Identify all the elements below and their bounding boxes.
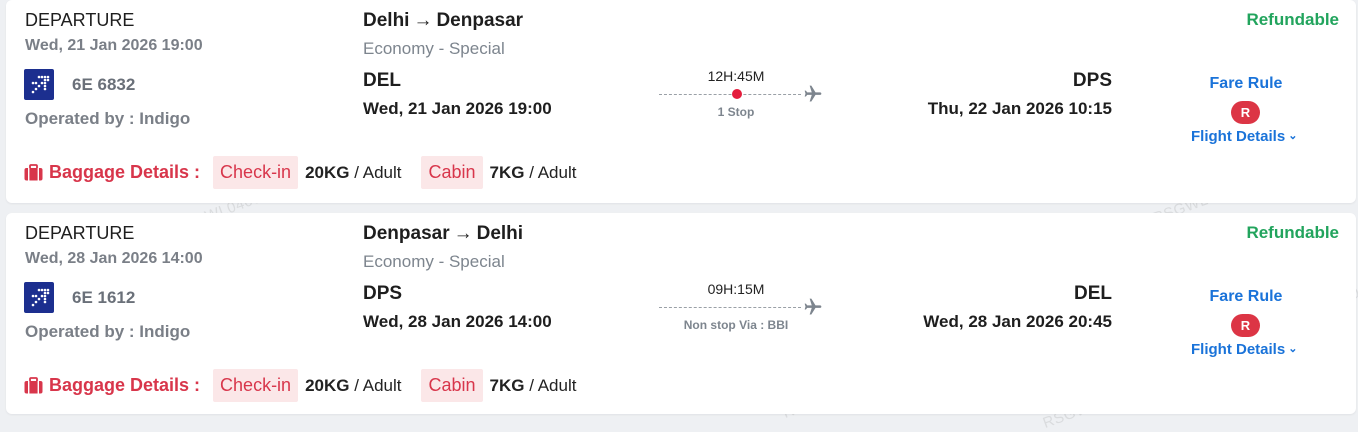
origin-datetime: Wed, 28 Jan 2026 14:00 [363,312,552,331]
baggage-details-label: Baggage Details : [49,162,201,182]
destination-code: DEL [1074,283,1112,304]
flight-details-label: Flight Details [1191,341,1286,358]
origin-datetime: Wed, 21 Jan 2026 19:00 [363,99,552,118]
destination-datetime: Wed, 28 Jan 2026 20:45 [923,312,1112,331]
operated-by: Operated by : Indigo [25,109,191,128]
airplane-icon [803,297,823,317]
cabin-unit: / Adult [524,162,577,182]
flight-details-toggle[interactable]: Flight Details ⌄ [1191,128,1297,145]
chevron-down-icon: ⌄ [1288,130,1298,142]
baggage-row: Baggage Details : Check-in 20KG / Adult … [24,155,596,190]
checkin-unit: / Adult [349,162,402,182]
destination-datetime: Thu, 22 Jan 2026 10:15 [927,99,1112,118]
direction-label: DEPARTURE [25,223,135,243]
flight-duration: 09H:15M [707,281,765,297]
airplane-icon [803,84,823,104]
checkin-allowance: 20KG / Adult [305,163,401,183]
departure-datetime: Wed, 28 Jan 2026 14:00 [25,250,203,267]
origin-code: DPS [363,283,403,304]
origin-code: DEL [363,70,401,91]
cabin-class: Economy - Special [363,39,505,58]
checkin-unit: / Adult [349,375,402,395]
baggage-row: Baggage Details : Check-in 20KG / Adult … [24,368,596,403]
briefcase-icon [24,377,43,394]
cabin-unit: / Adult [524,375,577,395]
flight-details-label: Flight Details [1191,128,1286,145]
arrow-right-icon: → [453,223,473,244]
route-destination: Delhi [476,223,524,244]
indigo-logo-icon [24,69,54,100]
checkin-allowance: 20KG / Adult [305,376,401,396]
arrow-right-icon: → [413,10,433,31]
cabin-weight: 7KG [489,375,525,395]
route-destination: Denpasar [436,10,524,31]
flight-path-line [659,307,801,308]
fare-badge: R [1231,314,1260,337]
stops-info: Non stop Via : BBI [683,318,789,332]
flight-path-line [659,94,801,95]
route-origin: Delhi [363,10,410,31]
flight-number: 6E 1612 [72,288,136,307]
cabin-weight: 7KG [489,162,525,182]
route-origin: Denpasar [363,223,450,244]
flight-duration: 12H:45M [707,68,765,84]
cabin-chip: Cabin [421,156,483,189]
checkin-chip: Check-in [213,156,299,189]
cabin-allowance: 7KG / Adult [490,376,577,396]
checkin-weight: 20KG [305,375,350,395]
cabin-allowance: 7KG / Adult [490,163,577,183]
route-title: Delhi → Denpasar [363,10,523,32]
cabin-chip: Cabin [421,369,483,402]
refund-status: Refundable [1246,223,1339,242]
departure-datetime: Wed, 21 Jan 2026 19:00 [25,37,203,54]
checkin-chip: Check-in [213,369,299,402]
route-title: Denpasar → Delhi [363,223,523,245]
briefcase-icon [24,164,43,181]
fare-badge: R [1231,101,1260,124]
direction-label: DEPARTURE [25,10,135,30]
checkin-weight: 20KG [305,162,350,182]
chevron-down-icon: ⌄ [1288,343,1298,355]
destination-code: DPS [1072,70,1112,91]
refund-status: Refundable [1246,10,1339,29]
stops-info: 1 Stop [717,105,755,119]
indigo-logo-icon [24,282,54,313]
flight-card: DEPARTURE Wed, 28 Jan 2026 14:00 6E 1612… [6,213,1356,414]
cabin-class: Economy - Special [363,252,505,271]
fare-rule-link[interactable]: Fare Rule [1206,75,1286,93]
fare-rule-link[interactable]: Fare Rule [1206,288,1286,306]
baggage-details-label: Baggage Details : [49,375,201,395]
flight-card: DEPARTURE Wed, 21 Jan 2026 19:00 6E 6832… [6,0,1356,203]
stop-dot [732,89,742,99]
flight-number: 6E 6832 [72,75,136,94]
flight-details-toggle[interactable]: Flight Details ⌄ [1191,341,1297,358]
operated-by: Operated by : Indigo [25,322,191,341]
